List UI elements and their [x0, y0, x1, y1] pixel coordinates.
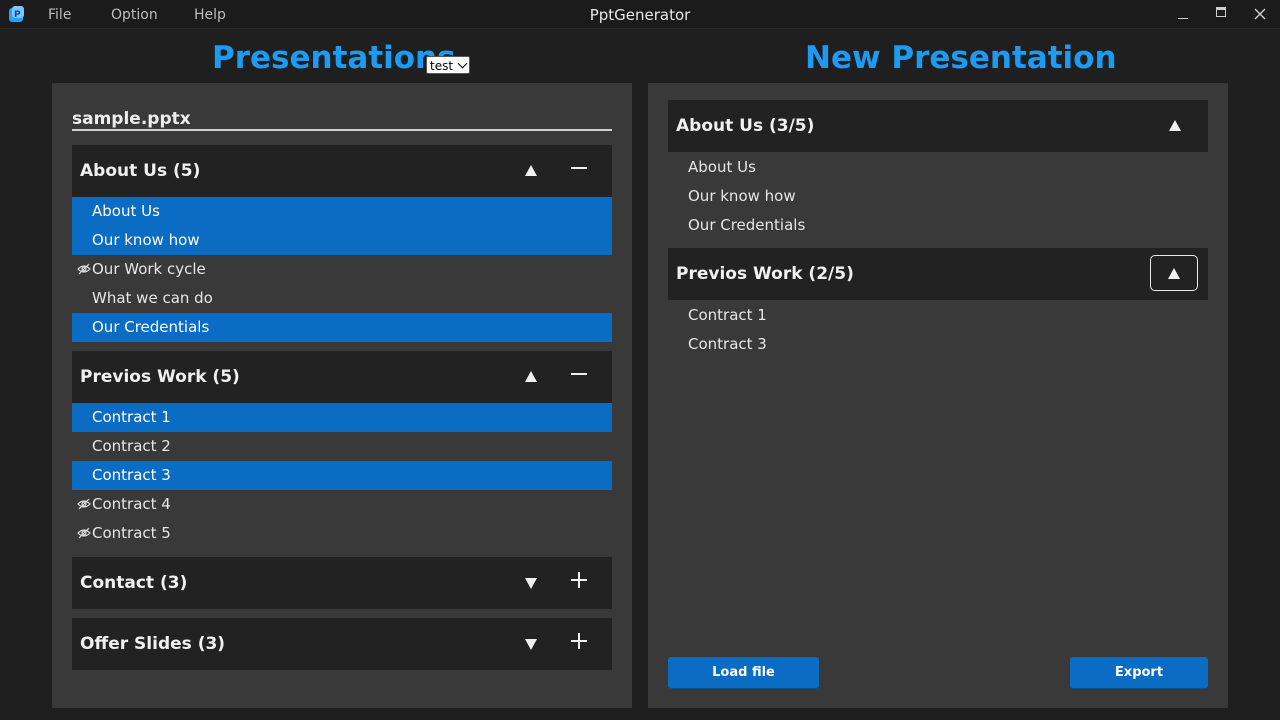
new-slide-item[interactable]: Contract 1: [668, 301, 1208, 330]
load-file-button[interactable]: Load file: [668, 657, 819, 688]
remove-section-button[interactable]: [566, 361, 592, 387]
plus-icon: [571, 572, 587, 588]
slide-label: Our Credentials: [92, 318, 210, 336]
slide-item-contract-3[interactable]: Contract 3: [72, 461, 612, 490]
slide-label: About Us: [92, 202, 160, 220]
minus-icon: [571, 167, 587, 169]
section-header-offer-slides[interactable]: Offer Slides (3): [72, 618, 612, 670]
triangle-up-icon: [1168, 267, 1180, 279]
close-button[interactable]: [1245, 4, 1275, 24]
expand-button[interactable]: [518, 570, 544, 596]
add-section-button[interactable]: [566, 628, 592, 654]
triangle-up-icon: [525, 164, 537, 176]
new-presentation-heading: New Presentation: [805, 40, 1117, 76]
section-title: About Us (5): [80, 161, 201, 181]
new-slide-item[interactable]: Contract 3: [668, 330, 1208, 359]
slide-label: Contract 2: [92, 437, 171, 455]
slide-item-our-work-cycle[interactable]: Our Work cycle: [72, 255, 612, 284]
chevron-down-icon: [457, 58, 468, 69]
expand-button[interactable]: [518, 631, 544, 657]
minus-icon: [571, 373, 587, 375]
slide-label: Contract 3: [688, 335, 767, 353]
triangle-down-icon: [525, 638, 537, 650]
triangle-up-icon: [525, 370, 537, 382]
eye-slash-icon: [77, 498, 91, 510]
section-header-previos-work[interactable]: Previos Work (5): [72, 351, 612, 403]
eye-slash-icon: [77, 263, 91, 275]
slide-label: About Us: [688, 158, 756, 176]
close-icon: [1254, 8, 1266, 20]
section-title: Previos Work (2/5): [676, 264, 854, 284]
collapse-button[interactable]: [1150, 255, 1198, 291]
slide-item-what-we-can-do[interactable]: What we can do: [72, 284, 612, 313]
new-section-header-about-us[interactable]: About Us (3/5): [668, 100, 1208, 152]
slide-item-contract-4[interactable]: Contract 4: [72, 490, 612, 519]
slide-item-contract-1[interactable]: Contract 1: [72, 403, 612, 432]
collapse-button[interactable]: [518, 363, 544, 389]
title-bar: P File Option Help PptGenerator: [0, 0, 1280, 29]
slide-item-contract-5[interactable]: Contract 5: [72, 519, 612, 548]
minimize-button[interactable]: [1168, 4, 1198, 24]
slide-item-our-credentials[interactable]: Our Credentials: [72, 313, 612, 342]
maximize-button[interactable]: [1206, 4, 1236, 24]
slide-label: Our Credentials: [688, 216, 806, 234]
maximize-icon: [1216, 7, 1226, 17]
slide-label: Contract 1: [92, 408, 171, 426]
slide-label: Our Work cycle: [92, 260, 206, 278]
triangle-up-icon: [1169, 119, 1181, 131]
presentation-selector[interactable]: test: [426, 56, 470, 74]
file-name-label: sample.pptx: [72, 109, 612, 131]
collapse-button[interactable]: [1162, 112, 1188, 138]
new-section-header-previos-work[interactable]: Previos Work (2/5): [668, 248, 1208, 300]
collapse-button[interactable]: [518, 157, 544, 183]
minimize-icon: [1178, 18, 1188, 19]
slide-label: What we can do: [92, 289, 213, 307]
new-slide-item[interactable]: About Us: [668, 153, 1208, 182]
slide-label: Contract 4: [92, 495, 171, 513]
slide-item-about-us[interactable]: About Us: [72, 197, 612, 226]
presentations-heading: Presentations: [212, 40, 456, 76]
plus-icon: [571, 633, 587, 649]
window-title: PptGenerator: [589, 6, 691, 24]
export-button[interactable]: Export: [1070, 657, 1208, 688]
eye-slash-icon: [77, 527, 91, 539]
triangle-down-icon: [525, 577, 537, 589]
slide-item-contract-2[interactable]: Contract 2: [72, 432, 612, 461]
add-section-button[interactable]: [566, 567, 592, 593]
slide-label: Our know how: [92, 231, 200, 249]
slide-label: Our know how: [688, 187, 796, 205]
slide-label: Contract 1: [688, 306, 767, 324]
section-header-contact[interactable]: Contact (3): [72, 557, 612, 609]
slide-label: Contract 5: [92, 524, 171, 542]
remove-section-button[interactable]: [566, 155, 592, 181]
slide-item-our-know-how[interactable]: Our know how: [72, 226, 612, 255]
section-title: Offer Slides (3): [80, 634, 226, 654]
section-title: About Us (3/5): [676, 116, 815, 136]
new-slide-item[interactable]: Our Credentials: [668, 211, 1208, 240]
new-slide-item[interactable]: Our know how: [668, 182, 1208, 211]
section-title: Contact (3): [80, 573, 188, 593]
section-header-about-us[interactable]: About Us (5): [72, 145, 612, 197]
slide-label: Contract 3: [92, 466, 171, 484]
presentation-selector-value: test: [430, 59, 454, 73]
section-title: Previos Work (5): [80, 367, 240, 387]
